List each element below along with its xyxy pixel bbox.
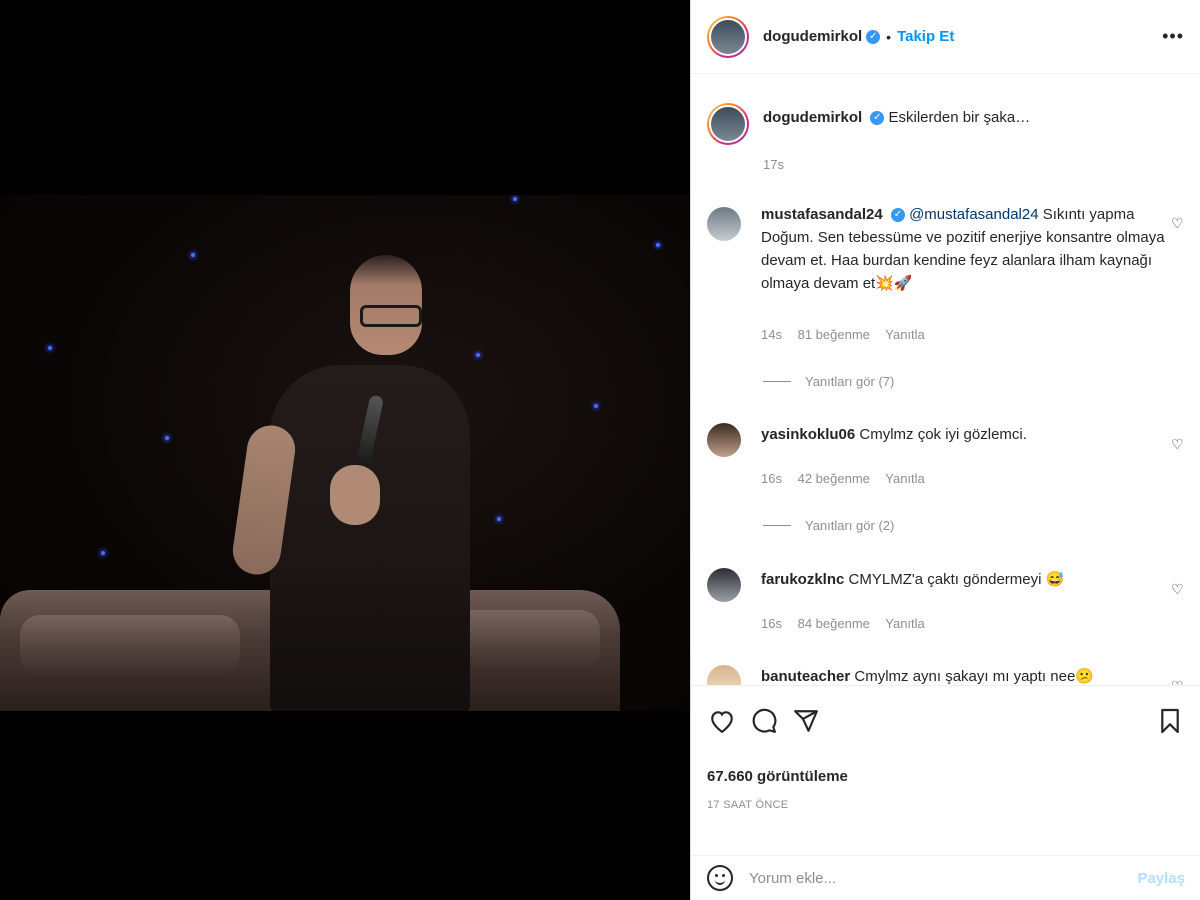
comment-input[interactable]	[749, 869, 1138, 887]
comment-likes[interactable]: 42 beğenme	[798, 471, 870, 486]
post-header: dogudemirkol ✓ • Takip Et •••	[691, 0, 1200, 74]
comedian-hand	[330, 465, 380, 525]
media-panel	[0, 0, 690, 900]
caption-time: 17s	[763, 157, 784, 172]
commenter-avatar[interactable]	[707, 665, 741, 685]
comment-likes[interactable]: 81 beğenme	[798, 327, 870, 342]
comment-text: Cmylmz aynı şakayı mı yaptı nee😕	[854, 668, 1094, 685]
stage-light	[48, 346, 52, 350]
commenter-username[interactable]: banuteacher	[761, 668, 850, 685]
view-count[interactable]: 67.660 görüntüleme	[691, 746, 1200, 785]
comment-time: 14s	[761, 327, 782, 342]
caption-username[interactable]: dogudemirkol	[763, 109, 862, 126]
verified-badge-icon: ✓	[866, 29, 881, 44]
more-options-icon[interactable]: •••	[1162, 26, 1184, 47]
verified-badge-icon: ✓	[890, 208, 905, 223]
action-bar	[691, 686, 1200, 746]
comment-text: Cmylmz çok iyi gözlemci.	[859, 426, 1027, 443]
heart-icon[interactable]	[707, 706, 737, 736]
post-side-panel: dogudemirkol ✓ • Takip Et ••• dogudemirk…	[690, 0, 1200, 900]
comment-item: banuteacher Cmylmz aynı şakayı mı yaptı …	[707, 665, 1185, 685]
commenter-username[interactable]: yasinkoklu06	[761, 426, 855, 443]
comedian-glasses	[360, 305, 422, 327]
commenter-avatar[interactable]	[707, 568, 741, 602]
comment-item: farukozklnc CMYLMZ'a çaktı göndermeyi 😅 …	[707, 568, 1185, 602]
video-player[interactable]	[0, 195, 690, 711]
stage-light	[165, 436, 169, 440]
stage-light	[594, 404, 598, 408]
instagram-post-view: dogudemirkol ✓ • Takip Et ••• dogudemirk…	[0, 0, 1200, 900]
comments-list[interactable]: dogudemirkol ✓ Eskilerden bir şaka… 17s …	[691, 75, 1200, 685]
post-actions: 67.660 görüntüleme 17 SAAT ÖNCE	[691, 685, 1200, 811]
comment-text: CMYLMZ'a çaktı göndermeyi 😅	[848, 571, 1065, 588]
view-replies-label: Yanıtları gör (2)	[805, 518, 895, 533]
stage-light	[191, 253, 195, 257]
follow-button[interactable]: Takip Et	[897, 28, 954, 45]
view-replies-button[interactable]: Yanıtları gör (7)	[763, 374, 894, 389]
sofa-cushion	[20, 615, 240, 675]
comment-mention[interactable]: @mustafasandal24	[909, 206, 1038, 223]
comment-item: yasinkoklu06 Cmylmz çok iyi gözlemci. ♡	[707, 423, 1185, 457]
paper-plane-icon[interactable]	[791, 706, 821, 736]
comment-time: 16s	[761, 471, 782, 486]
reply-button[interactable]: Yanıtla	[885, 327, 925, 342]
stage-light	[101, 551, 105, 555]
author-avatar[interactable]	[707, 15, 749, 58]
comment-like-icon[interactable]: ♡	[1171, 436, 1185, 452]
caption-avatar[interactable]	[707, 103, 749, 145]
reply-button[interactable]: Yanıtla	[885, 471, 925, 486]
reply-button[interactable]: Yanıtla	[885, 616, 925, 631]
comment-like-icon[interactable]: ♡	[1171, 215, 1185, 231]
stage-light	[497, 517, 501, 521]
commenter-avatar[interactable]	[707, 423, 741, 457]
bookmark-icon[interactable]	[1155, 706, 1185, 736]
comment-icon[interactable]	[749, 706, 779, 736]
author-username[interactable]: dogudemirkol	[763, 28, 862, 45]
stage-light	[513, 197, 517, 201]
post-timestamp: 17 SAAT ÖNCE	[707, 799, 789, 811]
comment-like-icon[interactable]: ♡	[1171, 678, 1185, 685]
comment-like-icon[interactable]: ♡	[1171, 581, 1185, 597]
comedian	[229, 245, 490, 711]
stage-light	[656, 243, 660, 247]
caption-text: Eskilerden bir şaka…	[888, 109, 1031, 126]
post-caption: dogudemirkol ✓ Eskilerden bir şaka… 17s	[707, 103, 1185, 172]
post-comment-button[interactable]: Paylaş	[1137, 870, 1185, 887]
verified-badge-icon: ✓	[870, 111, 885, 126]
separator-dot: •	[886, 28, 892, 45]
comment-meta: 14s 81 beğenme Yanıtla	[761, 327, 937, 342]
view-replies-button[interactable]: Yanıtları gör (2)	[763, 518, 894, 533]
comment-likes[interactable]: 84 beğenme	[798, 616, 870, 631]
commenter-username[interactable]: farukozklnc	[761, 571, 844, 588]
emoji-icon[interactable]	[707, 865, 733, 891]
add-comment-bar: Paylaş	[691, 855, 1200, 900]
comment-item: mustafasandal24 ✓ @mustafasandal24 Sıkın…	[707, 203, 1185, 295]
comment-time: 16s	[761, 616, 782, 631]
commenter-username[interactable]: mustafasandal24	[761, 206, 883, 223]
view-replies-label: Yanıtları gör (7)	[805, 374, 895, 389]
comment-meta: 16s 84 beğenme Yanıtla	[761, 616, 937, 631]
comment-meta: 16s 42 beğenme Yanıtla	[761, 471, 937, 486]
commenter-avatar[interactable]	[707, 207, 741, 241]
